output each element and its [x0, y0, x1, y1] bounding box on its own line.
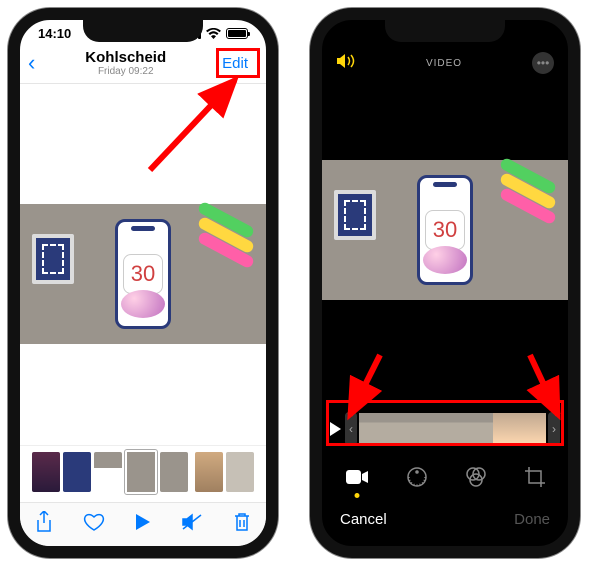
cancel-button[interactable]: Cancel: [340, 511, 387, 528]
tool-crop-icon[interactable]: [524, 466, 546, 493]
speaker-icon[interactable]: [336, 53, 356, 74]
preview-markers-prop: [196, 214, 256, 256]
share-icon[interactable]: [35, 511, 53, 538]
preview-logo-prop: [334, 190, 376, 240]
wifi-icon: [206, 28, 221, 39]
mute-icon[interactable]: [181, 513, 203, 536]
video-frame: 30: [20, 204, 266, 344]
thumbnail-strip[interactable]: [20, 445, 266, 498]
tool-adjust-icon[interactable]: [406, 466, 428, 493]
phone-mockup-video-editor: VIDEO ••• 30 ‹: [310, 8, 580, 558]
mode-label-video: VIDEO: [426, 58, 462, 69]
thumbnail[interactable]: [32, 452, 60, 492]
thumbnail[interactable]: [226, 452, 254, 492]
annotation-arrow-edit: [140, 70, 260, 185]
heart-icon[interactable]: [83, 512, 105, 537]
preview-phone-prop: 30: [417, 175, 473, 285]
bottom-toolbar: [20, 502, 266, 546]
preview-number-overlay: 30: [425, 210, 465, 250]
iphone-notch: [385, 20, 505, 42]
status-time: 14:10: [38, 26, 71, 41]
done-button[interactable]: Done: [514, 511, 550, 528]
thumbnail[interactable]: [195, 452, 223, 492]
thumbnail-selected[interactable]: [125, 450, 157, 494]
thumbnail[interactable]: [63, 452, 91, 492]
location-title: Kohlscheid: [35, 49, 216, 66]
annotation-arrow-trim-right: [520, 350, 580, 435]
editor-top-bar: VIDEO •••: [322, 46, 568, 80]
editor-action-bar: Cancel Done: [322, 499, 568, 546]
tool-video-icon[interactable]: [345, 469, 369, 490]
annotation-arrow-trim-left: [332, 350, 392, 435]
play-icon[interactable]: [135, 513, 151, 536]
more-button[interactable]: •••: [532, 52, 554, 74]
preview-phone-prop: 30: [115, 219, 171, 329]
preview-markers-prop: [498, 170, 558, 212]
battery-icon: [226, 28, 248, 39]
video-frame: 30: [322, 160, 568, 300]
back-chevron-icon[interactable]: ‹: [28, 50, 35, 76]
thumbnail[interactable]: [94, 452, 122, 492]
editor-tool-row: [322, 454, 568, 499]
trash-icon[interactable]: [233, 512, 251, 537]
iphone-notch: [83, 20, 203, 42]
thumbnail[interactable]: [160, 452, 188, 492]
preview-logo-prop: [32, 234, 74, 284]
editor-preview[interactable]: 30: [322, 80, 568, 380]
tool-filters-icon[interactable]: [465, 466, 487, 493]
preview-number-overlay: 30: [123, 254, 163, 294]
